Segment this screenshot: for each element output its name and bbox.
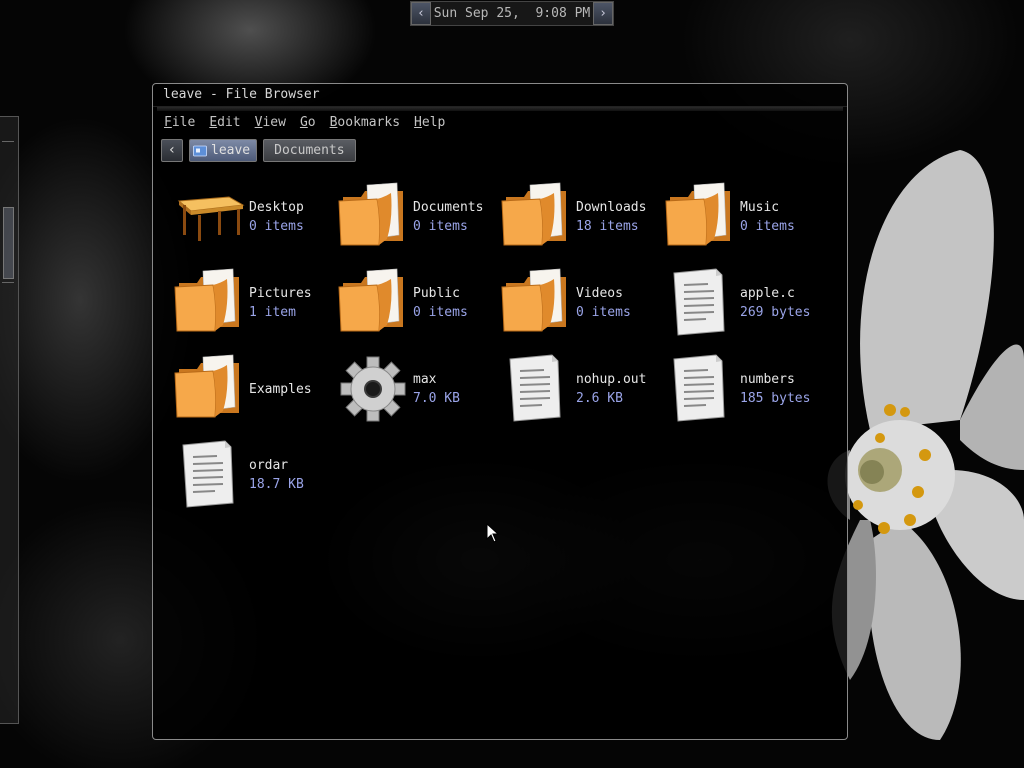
file-meta: 269 bytes xyxy=(740,305,811,320)
menu-edit-mnemonic: E xyxy=(209,114,218,130)
breadcrumb-documents[interactable]: Documents xyxy=(263,138,356,162)
breadcrumb-label: Documents xyxy=(274,142,345,158)
executable-gear-icon xyxy=(340,356,406,422)
menu-view-label: iew xyxy=(262,114,286,130)
menu-edit-label: dit xyxy=(217,114,241,130)
menu-go[interactable]: Go xyxy=(293,115,323,130)
home-folder-icon xyxy=(193,145,207,156)
chevron-left-icon: ‹ xyxy=(167,142,177,158)
file-name: Music xyxy=(740,200,780,215)
desk-icon xyxy=(177,196,245,241)
top-panel-clock: ‹ Sun Sep 25, 9:08 PM › xyxy=(410,1,614,26)
file-meta: 0 items xyxy=(413,305,468,320)
menu-file-mnemonic: F xyxy=(164,114,172,130)
file-item-max[interactable]: max 7.0 KB xyxy=(337,351,501,437)
file-name: Examples xyxy=(249,382,312,397)
chevron-right-icon: › xyxy=(599,6,607,21)
file-meta: 18 items xyxy=(576,219,639,234)
folder-icon xyxy=(338,182,403,246)
text-file-icon xyxy=(673,354,725,422)
mouse-pointer-icon xyxy=(486,523,500,543)
text-file-icon xyxy=(673,268,725,336)
file-meta: 1 item xyxy=(249,305,296,320)
file-item-pictures[interactable]: Pictures 1 item xyxy=(173,265,337,351)
file-name: ordar xyxy=(249,458,289,473)
menu-file-label: ile xyxy=(171,114,196,130)
file-name: max xyxy=(413,372,437,387)
chevron-left-icon: ‹ xyxy=(417,6,425,21)
file-name: Documents xyxy=(413,200,484,215)
file-item-documents[interactable]: Documents 0 items xyxy=(337,179,501,265)
file-item-videos[interactable]: Videos 0 items xyxy=(500,265,664,351)
text-file-icon xyxy=(509,354,561,422)
file-meta: 18.7 KB xyxy=(249,477,304,492)
clock-label[interactable]: Sun Sep 25, 9:08 PM xyxy=(431,6,593,21)
file-item-downloads[interactable]: Downloads 18 items xyxy=(500,179,664,265)
file-meta: 0 items xyxy=(740,219,795,234)
file-meta: 0 items xyxy=(249,219,304,234)
window-title[interactable]: leave - File Browser xyxy=(153,84,847,107)
side-panel xyxy=(0,116,19,724)
folder-icon xyxy=(174,354,239,418)
menu-file[interactable]: File xyxy=(157,115,202,130)
file-name: Videos xyxy=(576,286,623,301)
menu-view[interactable]: View xyxy=(248,115,293,130)
menu-edit[interactable]: Edit xyxy=(202,115,247,130)
clock-next-button[interactable]: › xyxy=(593,2,613,25)
file-name: Downloads xyxy=(576,200,647,215)
file-meta: 7.0 KB xyxy=(413,391,460,406)
file-name: Desktop xyxy=(249,200,304,215)
breadcrumb-label: leave xyxy=(211,142,251,158)
menu-bar: File Edit View Go Bookmarks Help xyxy=(153,111,847,133)
menu-help-mnemonic: H xyxy=(414,114,422,130)
menu-help[interactable]: Help xyxy=(407,115,452,130)
file-name: apple.c xyxy=(740,286,795,301)
panel-scroll-thumb[interactable] xyxy=(3,207,14,279)
clock-prev-button[interactable]: ‹ xyxy=(411,2,431,25)
path-back-button[interactable]: ‹ xyxy=(161,138,183,162)
file-name: nohup.out xyxy=(576,372,647,387)
path-bar: ‹ leave Documents xyxy=(153,136,847,164)
file-name: numbers xyxy=(740,372,795,387)
folder-icon xyxy=(501,182,566,246)
menu-help-label: elp xyxy=(421,114,446,130)
file-name: Public xyxy=(413,286,460,301)
file-item-desktop[interactable]: Desktop 0 items xyxy=(173,179,337,265)
file-browser-window: leave - File Browser File Edit View Go B… xyxy=(152,83,848,740)
file-item-numbers[interactable]: numbers 185 bytes xyxy=(664,351,828,437)
file-meta: 185 bytes xyxy=(740,391,811,406)
file-item-public[interactable]: Public 0 items xyxy=(337,265,501,351)
folder-icon xyxy=(665,182,730,246)
file-item-nohup-out[interactable]: nohup.out 2.6 KB xyxy=(500,351,664,437)
folder-icon xyxy=(174,268,239,332)
menu-go-label: o xyxy=(307,114,316,130)
file-item-ordar[interactable]: ordar 18.7 KB xyxy=(173,437,337,523)
menu-bookmarks-label: ookmarks xyxy=(337,114,401,130)
file-meta: 0 items xyxy=(576,305,631,320)
text-file-icon xyxy=(182,440,234,508)
menu-go-mnemonic: G xyxy=(299,114,308,130)
file-meta: 2.6 KB xyxy=(576,391,623,406)
file-meta: 0 items xyxy=(413,219,468,234)
menu-bookmarks[interactable]: Bookmarks xyxy=(323,115,407,130)
file-item-music[interactable]: Music 0 items xyxy=(664,179,828,265)
file-item-examples[interactable]: Examples xyxy=(173,351,337,437)
folder-icon xyxy=(501,268,566,332)
file-item-apple-c[interactable]: apple.c 269 bytes xyxy=(664,265,828,351)
folder-icon xyxy=(338,268,403,332)
file-name: Pictures xyxy=(249,286,312,301)
breadcrumb-leave[interactable]: leave xyxy=(189,138,258,162)
